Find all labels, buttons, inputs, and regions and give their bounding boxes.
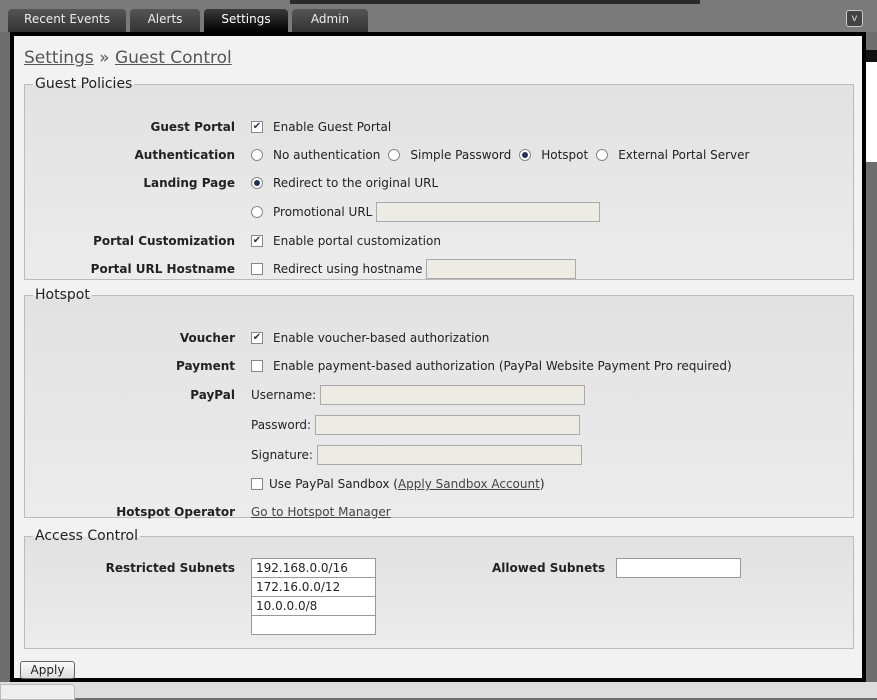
hotspot-manager-link[interactable]: Go to Hotspot Manager [251,505,391,519]
hostname-input[interactable] [426,259,577,279]
landing-promo-label: Promotional URL [273,205,373,219]
breadcrumb-settings-link[interactable]: Settings [24,48,94,68]
portal-customization-label: Portal Customization [93,234,235,248]
breadcrumb: Settings » Guest Control [24,48,232,68]
paypal-signature-input[interactable] [316,445,582,465]
paypal-sandbox-checkbox[interactable] [251,478,263,490]
tab-alerts[interactable]: Alerts [130,9,200,32]
apply-button[interactable]: Apply [20,661,75,679]
auth-simple-password-label: Simple Password [410,148,512,162]
auth-external-portal-label: External Portal Server [618,148,750,162]
hostname-option: Redirect using hostname [273,262,423,276]
restricted-subnet-input[interactable]: 192.168.0.0/16 [251,558,376,578]
paypal-label: PayPal [190,388,235,402]
landing-redirect-label: Redirect to the original URL [273,176,439,190]
settings-panel: Settings » Guest Control Guest Policies … [10,32,866,682]
apply-sandbox-account-link[interactable]: Apply Sandbox Account [398,477,540,491]
access-control-section: Access Control Restricted Subnets 192.16… [24,528,854,649]
tab-recent-events[interactable]: Recent Events [8,9,126,32]
guest-portal-checkbox[interactable]: ✔ [251,121,263,133]
landing-redirect-radio[interactable] [251,177,263,189]
restricted-subnet-input[interactable]: 10.0.0.0/8 [251,596,376,616]
bottom-bar [0,682,877,700]
auth-hotspot-label: Hotspot [541,148,589,162]
sandbox-close: ) [539,477,545,491]
hotspot-operator-label: Hotspot Operator [116,505,235,519]
hotspot-section: Hotspot Voucher ✔ Enable voucher-based au… [24,287,854,519]
password-label: Password: [251,418,312,432]
hostname-checkbox[interactable] [251,263,263,275]
background-window [866,50,877,162]
voucher-checkbox[interactable]: ✔ [251,332,263,344]
auth-none-radio[interactable] [251,149,263,161]
voucher-option: Enable voucher-based authorization [273,331,490,345]
portal-url-hostname-label: Portal URL Hostname [90,262,235,276]
section-title: Guest Policies [35,76,133,92]
collapse-button[interactable]: v [846,10,863,27]
auth-none-label: No authentication [273,148,381,162]
restricted-subnet-input[interactable]: 172.16.0.0/12 [251,577,376,597]
restricted-subnets-label: Restricted Subnets [105,561,235,575]
landing-page-label: Landing Page [143,176,235,190]
paypal-username-input[interactable] [320,385,586,405]
sandbox-label: Use PayPal Sandbox ( [269,477,398,491]
section-title: Hotspot [35,287,90,303]
portal-customization-option: Enable portal customization [273,234,441,248]
guest-portal-label: Guest Portal [150,120,236,134]
breadcrumb-separator: » [99,48,110,68]
restricted-subnet-input[interactable] [251,615,376,635]
section-title: Access Control [35,528,138,544]
payment-checkbox[interactable] [251,360,263,372]
portal-customization-checkbox[interactable]: ✔ [251,235,263,247]
allowed-subnet-input[interactable] [616,558,741,578]
tab-admin[interactable]: Admin [292,9,368,32]
auth-external-portal-radio[interactable] [596,149,609,161]
payment-label: Payment [176,359,235,373]
username-label: Username: [251,388,317,402]
auth-simple-password-radio[interactable] [388,149,401,161]
signature-label: Signature: [251,448,313,462]
paypal-password-input[interactable] [315,415,581,435]
payment-option: Enable payment-based authorization (PayP… [273,359,732,373]
breadcrumb-guest-control-link[interactable]: Guest Control [115,48,232,68]
guest-policies-section: Guest Policies Guest Portal ✔ Enable Gues… [24,76,854,280]
guest-portal-option: Enable Guest Portal [273,120,392,134]
landing-promo-radio[interactable] [251,206,263,218]
promotional-url-input[interactable] [376,202,601,222]
authentication-label: Authentication [134,148,236,162]
auth-hotspot-radio[interactable] [519,149,532,161]
allowed-subnets-label: Allowed Subnets [492,561,606,575]
tab-settings[interactable]: Settings [204,9,288,32]
voucher-label: Voucher [179,331,235,345]
